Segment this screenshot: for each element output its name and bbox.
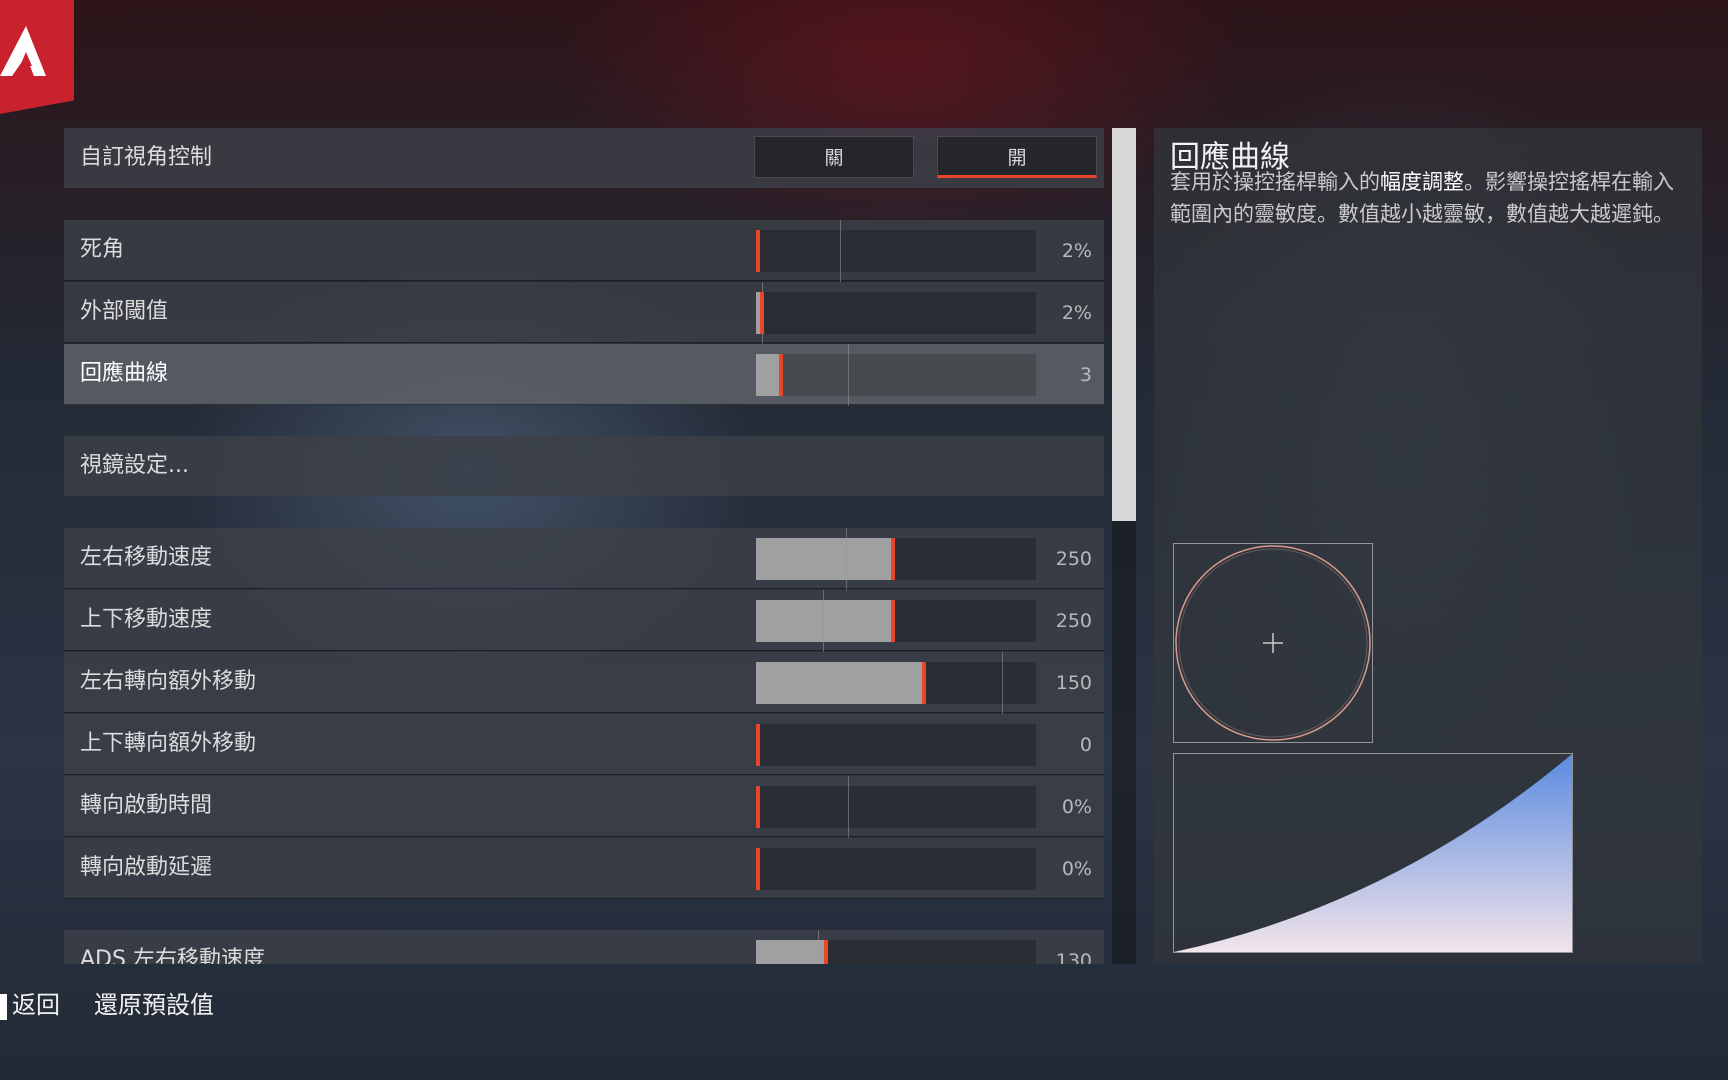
slider-handle[interactable] <box>922 662 926 704</box>
slider-fill <box>756 354 782 396</box>
slider-handle[interactable] <box>756 724 760 766</box>
slider-label: ADS 左右移動速度 <box>80 947 265 964</box>
slider-fill <box>756 538 894 580</box>
slider-handle[interactable] <box>759 292 764 334</box>
custom-look-controls-label: 自訂視角控制 <box>80 145 213 170</box>
slider-fill <box>756 662 924 704</box>
slider-handle[interactable] <box>756 230 760 272</box>
slider-default-marker <box>817 930 819 964</box>
scope-settings-row[interactable]: 視鏡設定... <box>64 436 1104 496</box>
toggle-off-button[interactable]: 關 <box>754 136 914 178</box>
info-description: 套用於操控搖桿輸入的幅度調整。影響操控搖桿在輸入範圍內的靈敏度。數值越小越靈敏，… <box>1170 166 1680 230</box>
slider-value: 150 <box>1055 672 1092 694</box>
slider-track[interactable] <box>756 282 1036 344</box>
slider-row[interactable]: 回應曲線 3 <box>64 344 1104 406</box>
slider-label: 外部閾值 <box>80 299 169 324</box>
response-curve-graph <box>1173 753 1573 953</box>
slider-label: 轉向啟動延遲 <box>80 855 213 880</box>
slider-value: 130 <box>1055 950 1092 964</box>
slider-row[interactable]: 左右轉向額外移動 150 <box>64 652 1104 714</box>
apex-logo <box>0 0 74 114</box>
slider-label: 回應曲線 <box>80 361 169 386</box>
slider-default-marker <box>1002 652 1004 714</box>
stick-preview <box>1173 543 1373 743</box>
slider-track[interactable] <box>756 930 1036 964</box>
slider-handle[interactable] <box>756 848 760 890</box>
slider-value: 2% <box>1061 302 1092 324</box>
settings-scrollbar[interactable] <box>1112 128 1136 964</box>
slider-row[interactable]: 轉向啟動延遲 0% <box>64 838 1104 899</box>
back-key-icon <box>0 994 7 1020</box>
slider-label: 轉向啟動時間 <box>80 793 213 818</box>
slider-track[interactable] <box>756 220 1036 282</box>
slider-fill <box>756 600 894 642</box>
slider-track[interactable] <box>756 652 1036 714</box>
slider-row[interactable]: 外部閾值 2% <box>64 282 1104 344</box>
slider-label: 左右轉向額外移動 <box>80 669 257 694</box>
custom-look-controls-row: 自訂視角控制 關 開 <box>64 128 1104 188</box>
slider-label: 上下轉向額外移動 <box>80 731 257 756</box>
slider-handle[interactable] <box>756 786 760 828</box>
toggle-on-button[interactable]: 開 <box>937 136 1097 178</box>
slider-label: 左右移動速度 <box>80 545 213 570</box>
slider-default-marker <box>823 590 825 652</box>
scrollbar-thumb[interactable] <box>1112 128 1136 521</box>
slider-label: 死角 <box>80 237 125 262</box>
slider-value: 3 <box>1079 364 1092 386</box>
slider-value: 2% <box>1061 240 1092 262</box>
apex-logo-icon <box>0 26 46 76</box>
slider-track[interactable] <box>756 776 1036 838</box>
slider-track[interactable] <box>756 590 1036 652</box>
slider-value: 0% <box>1061 796 1092 818</box>
slider-default-marker <box>848 776 850 838</box>
slider-handle[interactable] <box>891 600 896 642</box>
response-curve-graphic <box>1174 754 1572 952</box>
slider-row[interactable]: 上下轉向額外移動 0 <box>64 714 1104 775</box>
info-panel: 回應曲線 套用於操控搖桿輸入的幅度調整。影響操控搖桿在輸入範圍內的靈敏度。數值越… <box>1154 128 1702 964</box>
scope-settings-label: 視鏡設定... <box>80 453 189 478</box>
slider-track[interactable] <box>756 724 1036 766</box>
slider-row[interactable]: 死角 2% <box>64 220 1104 282</box>
slider-value: 250 <box>1055 610 1092 632</box>
slider-fill <box>756 940 826 964</box>
slider-row[interactable]: 左右移動速度 250 <box>64 528 1104 590</box>
slider-track[interactable] <box>756 528 1036 590</box>
slider-default-marker <box>840 220 841 282</box>
slider-value: 0% <box>1061 858 1092 880</box>
slider-value: 0 <box>1079 734 1092 756</box>
slider-label: 上下移動速度 <box>80 607 213 632</box>
slider-default-marker <box>848 344 850 406</box>
reset-defaults-button[interactable]: 還原預設值 <box>94 980 214 1030</box>
slider-row[interactable]: ADS 左右移動速度 130 <box>64 930 1104 964</box>
slider-row[interactable]: 上下移動速度 250 <box>64 590 1104 652</box>
info-desc-highlight: 幅度調整 <box>1380 170 1464 194</box>
stick-circle-graphic <box>1175 545 1371 741</box>
slider-handle[interactable] <box>779 354 784 396</box>
settings-list: 自訂視角控制 關 開 死角 2% 外部閾值 2% 回應曲線 3 視鏡設定... 左右移動速… <box>64 128 1104 964</box>
info-desc-before: 套用於操控搖桿輸入的 <box>1170 170 1380 194</box>
slider-handle[interactable] <box>824 940 828 964</box>
slider-track[interactable] <box>756 344 1036 406</box>
slider-track[interactable] <box>756 848 1036 890</box>
slider-value: 250 <box>1055 548 1092 570</box>
slider-row[interactable]: 轉向啟動時間 0% <box>64 776 1104 838</box>
slider-handle[interactable] <box>891 538 896 580</box>
back-button[interactable]: 返回 <box>12 980 60 1030</box>
slider-default-marker <box>845 528 847 590</box>
